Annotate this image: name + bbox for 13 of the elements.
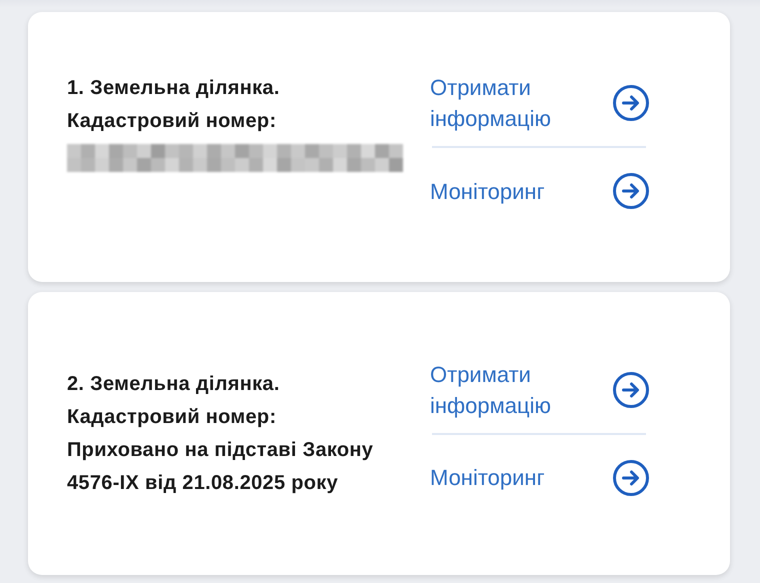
parcel-title: 1. Земельна ділянка.: [67, 76, 281, 101]
arrow-circle-icon[interactable]: [612, 370, 650, 408]
cadastral-value: Приховано на підставі Закону 4576-IX від 21.08.2025 року: [67, 438, 374, 496]
arrow-circle-icon[interactable]: [612, 172, 650, 210]
action-link[interactable]: Отримати інформацію: [430, 72, 600, 134]
action-link[interactable]: Отримати інформацію: [430, 358, 600, 420]
cadastral-label: Кадастровий номер:: [67, 109, 278, 134]
cadastral-label: Кадастровий номер:: [67, 404, 278, 430]
parcel-title: 2. Земельна ділянка.: [67, 372, 281, 396]
action-link[interactable]: Моніторинг: [430, 176, 600, 206]
arrow-circle-icon[interactable]: [612, 458, 650, 496]
arrow-circle-icon[interactable]: [612, 84, 650, 122]
action-link[interactable]: Моніторинг: [430, 462, 600, 493]
